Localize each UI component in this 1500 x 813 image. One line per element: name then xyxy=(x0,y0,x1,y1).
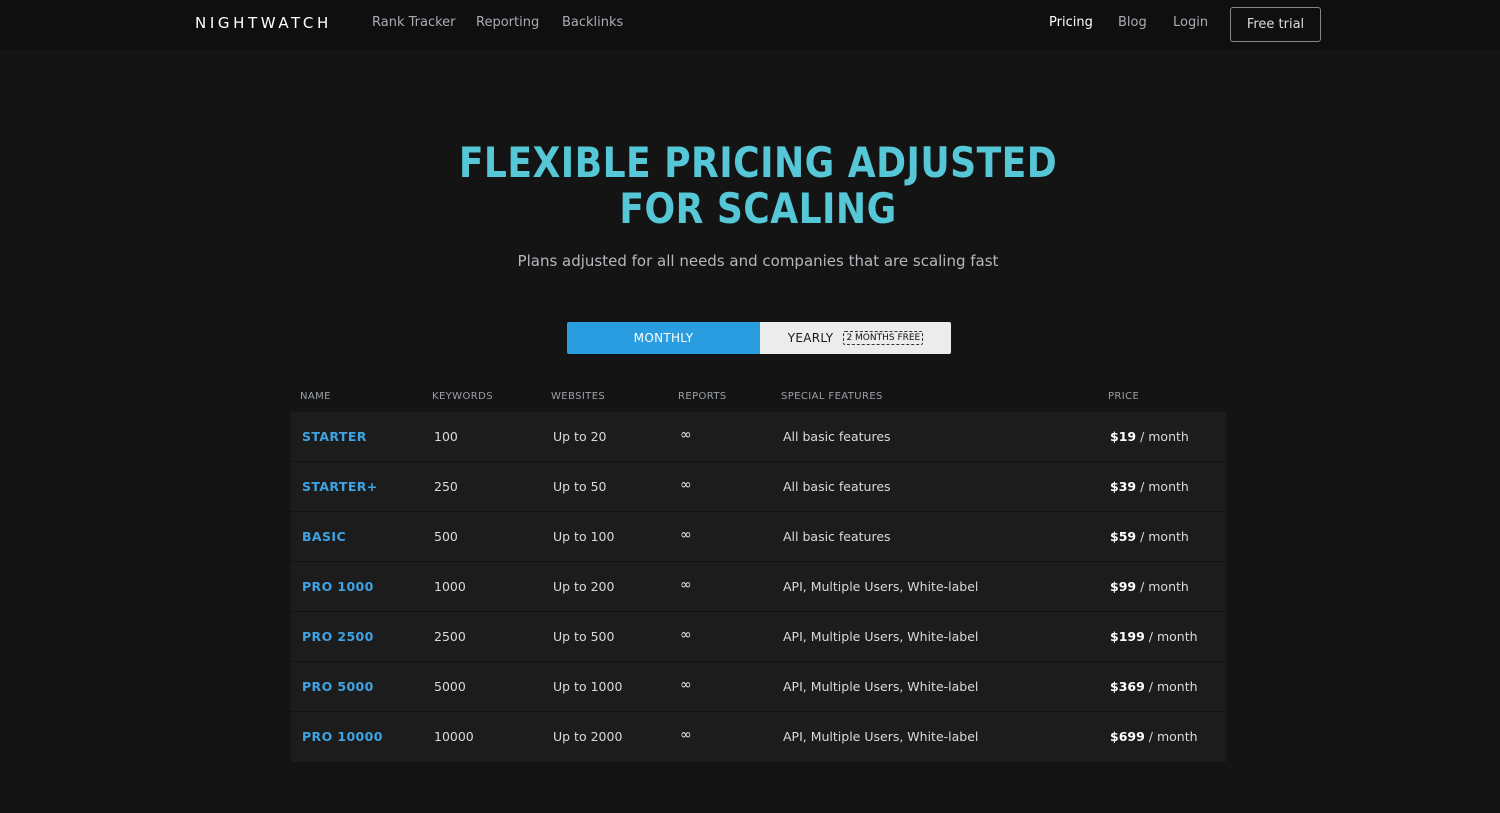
nav-link-rank-tracker[interactable]: Rank Tracker xyxy=(372,15,456,30)
plan-price: $59 / month xyxy=(1110,529,1189,544)
column-header-special-features: SPECIAL FEATURES xyxy=(781,391,883,402)
plan-keywords: 2500 xyxy=(434,629,466,644)
plan-name: STARTER xyxy=(302,429,367,444)
plan-price-period: / month xyxy=(1144,679,1198,694)
plan-keywords: 250 xyxy=(434,479,458,494)
nav-link-login[interactable]: Login xyxy=(1173,15,1208,30)
yearly-toggle-label: YEARLY xyxy=(787,331,834,345)
table-row[interactable]: BASIC 500 Up to 100 ∞ All basic features… xyxy=(291,512,1226,562)
plan-features: All basic features xyxy=(783,479,891,494)
plan-price-amount: $369 xyxy=(1110,679,1145,694)
plan-price-amount: $39 xyxy=(1110,479,1137,494)
pricing-table: NAME KEYWORDS WEBSITES REPORTS SPECIAL F… xyxy=(291,385,1226,762)
plan-keywords: 1000 xyxy=(434,579,466,594)
column-header-name: NAME xyxy=(300,391,331,402)
plan-price-amount: $59 xyxy=(1110,529,1137,544)
nav-link-pricing[interactable]: Pricing xyxy=(1049,15,1093,30)
plan-reports: ∞ xyxy=(680,477,692,493)
plan-reports: ∞ xyxy=(680,727,692,743)
table-row[interactable]: STARTER+ 250 Up to 50 ∞ All basic featur… xyxy=(291,462,1226,512)
column-header-websites: WEBSITES xyxy=(551,391,606,402)
plan-name: STARTER+ xyxy=(302,479,378,494)
plan-reports: ∞ xyxy=(680,627,692,643)
page-subtitle: Plans adjusted for all needs and compani… xyxy=(517,252,999,270)
plan-price: $699 / month xyxy=(1110,729,1198,744)
top-navigation-bar: NIGHTWATCH Rank Tracker Reporting Backli… xyxy=(0,0,1500,50)
table-row[interactable]: PRO 2500 2500 Up to 500 ∞ API, Multiple … xyxy=(291,612,1226,662)
column-header-reports: REPORTS xyxy=(678,391,727,402)
plan-price: $19 / month xyxy=(1110,429,1189,444)
nightwatch-logo[interactable]: NIGHTWATCH xyxy=(195,14,332,32)
table-row[interactable]: PRO 5000 5000 Up to 1000 ∞ API, Multiple… xyxy=(291,662,1226,712)
table-row[interactable]: STARTER 100 Up to 20 ∞ All basic feature… xyxy=(291,412,1226,462)
plan-name: PRO 5000 xyxy=(302,679,374,694)
free-trial-button[interactable]: Free trial xyxy=(1230,7,1321,42)
plan-price: $199 / month xyxy=(1110,629,1198,644)
column-header-keywords: KEYWORDS xyxy=(432,391,493,402)
plan-features: API, Multiple Users, White-label xyxy=(783,629,979,644)
plan-websites: Up to 200 xyxy=(553,579,615,594)
plan-reports: ∞ xyxy=(680,577,692,593)
plan-keywords: 10000 xyxy=(434,729,474,744)
nav-link-backlinks[interactable]: Backlinks xyxy=(562,15,623,30)
plan-price: $39 / month xyxy=(1110,479,1189,494)
plan-websites: Up to 50 xyxy=(553,479,607,494)
plan-reports: ∞ xyxy=(680,527,692,543)
plan-name: PRO 1000 xyxy=(302,579,374,594)
months-free-badge: 2 MONTHS FREE xyxy=(843,331,924,345)
plan-price-period: / month xyxy=(1144,629,1198,644)
table-row[interactable]: PRO 10000 10000 Up to 2000 ∞ API, Multip… xyxy=(291,712,1226,762)
plan-reports: ∞ xyxy=(680,677,692,693)
table-row[interactable]: PRO 1000 1000 Up to 200 ∞ API, Multiple … xyxy=(291,562,1226,612)
plan-websites: Up to 1000 xyxy=(553,679,623,694)
plan-websites: Up to 100 xyxy=(553,529,615,544)
plan-name: PRO 2500 xyxy=(302,629,374,644)
nav-link-reporting[interactable]: Reporting xyxy=(476,15,539,30)
plan-price-amount: $699 xyxy=(1110,729,1145,744)
plan-features: All basic features xyxy=(783,529,891,544)
plan-reports: ∞ xyxy=(680,427,692,443)
plan-keywords: 5000 xyxy=(434,679,466,694)
plan-price-period: / month xyxy=(1144,729,1198,744)
nav-link-blog[interactable]: Blog xyxy=(1118,15,1147,30)
plan-features: API, Multiple Users, White-label xyxy=(783,729,979,744)
page-title-line-1: FLEXIBLE PRICING ADJUSTED xyxy=(458,138,1058,187)
plan-price-amount: $19 xyxy=(1110,429,1137,444)
plan-price-amount: $99 xyxy=(1110,579,1137,594)
plan-websites: Up to 500 xyxy=(553,629,615,644)
yearly-toggle-option[interactable]: YEARLY 2 MONTHS FREE xyxy=(760,322,951,354)
plan-websites: Up to 20 xyxy=(553,429,607,444)
plan-keywords: 500 xyxy=(434,529,458,544)
plan-features: All basic features xyxy=(783,429,891,444)
plan-keywords: 100 xyxy=(434,429,458,444)
plan-price-period: / month xyxy=(1136,429,1189,444)
page-title: FLEXIBLE PRICING ADJUSTED FOR SCALING xyxy=(450,140,1066,232)
plan-price: $369 / month xyxy=(1110,679,1198,694)
pricing-table-body: STARTER 100 Up to 20 ∞ All basic feature… xyxy=(291,412,1226,762)
plan-websites: Up to 2000 xyxy=(553,729,623,744)
page-title-line-2: FOR SCALING xyxy=(619,184,897,233)
plan-price-period: / month xyxy=(1136,529,1189,544)
billing-period-toggle: MONTHLY YEARLY 2 MONTHS FREE xyxy=(567,322,951,354)
plan-features: API, Multiple Users, White-label xyxy=(783,679,979,694)
plan-price-period: / month xyxy=(1136,579,1189,594)
plan-name: BASIC xyxy=(302,529,347,544)
plan-price: $99 / month xyxy=(1110,579,1189,594)
plan-price-amount: $199 xyxy=(1110,629,1145,644)
plan-price-period: / month xyxy=(1136,479,1189,494)
plan-features: API, Multiple Users, White-label xyxy=(783,579,979,594)
monthly-toggle-option[interactable]: MONTHLY xyxy=(567,322,760,354)
plan-name: PRO 10000 xyxy=(302,729,383,744)
pricing-table-header: NAME KEYWORDS WEBSITES REPORTS SPECIAL F… xyxy=(291,385,1226,412)
column-header-price: PRICE xyxy=(1108,391,1140,402)
